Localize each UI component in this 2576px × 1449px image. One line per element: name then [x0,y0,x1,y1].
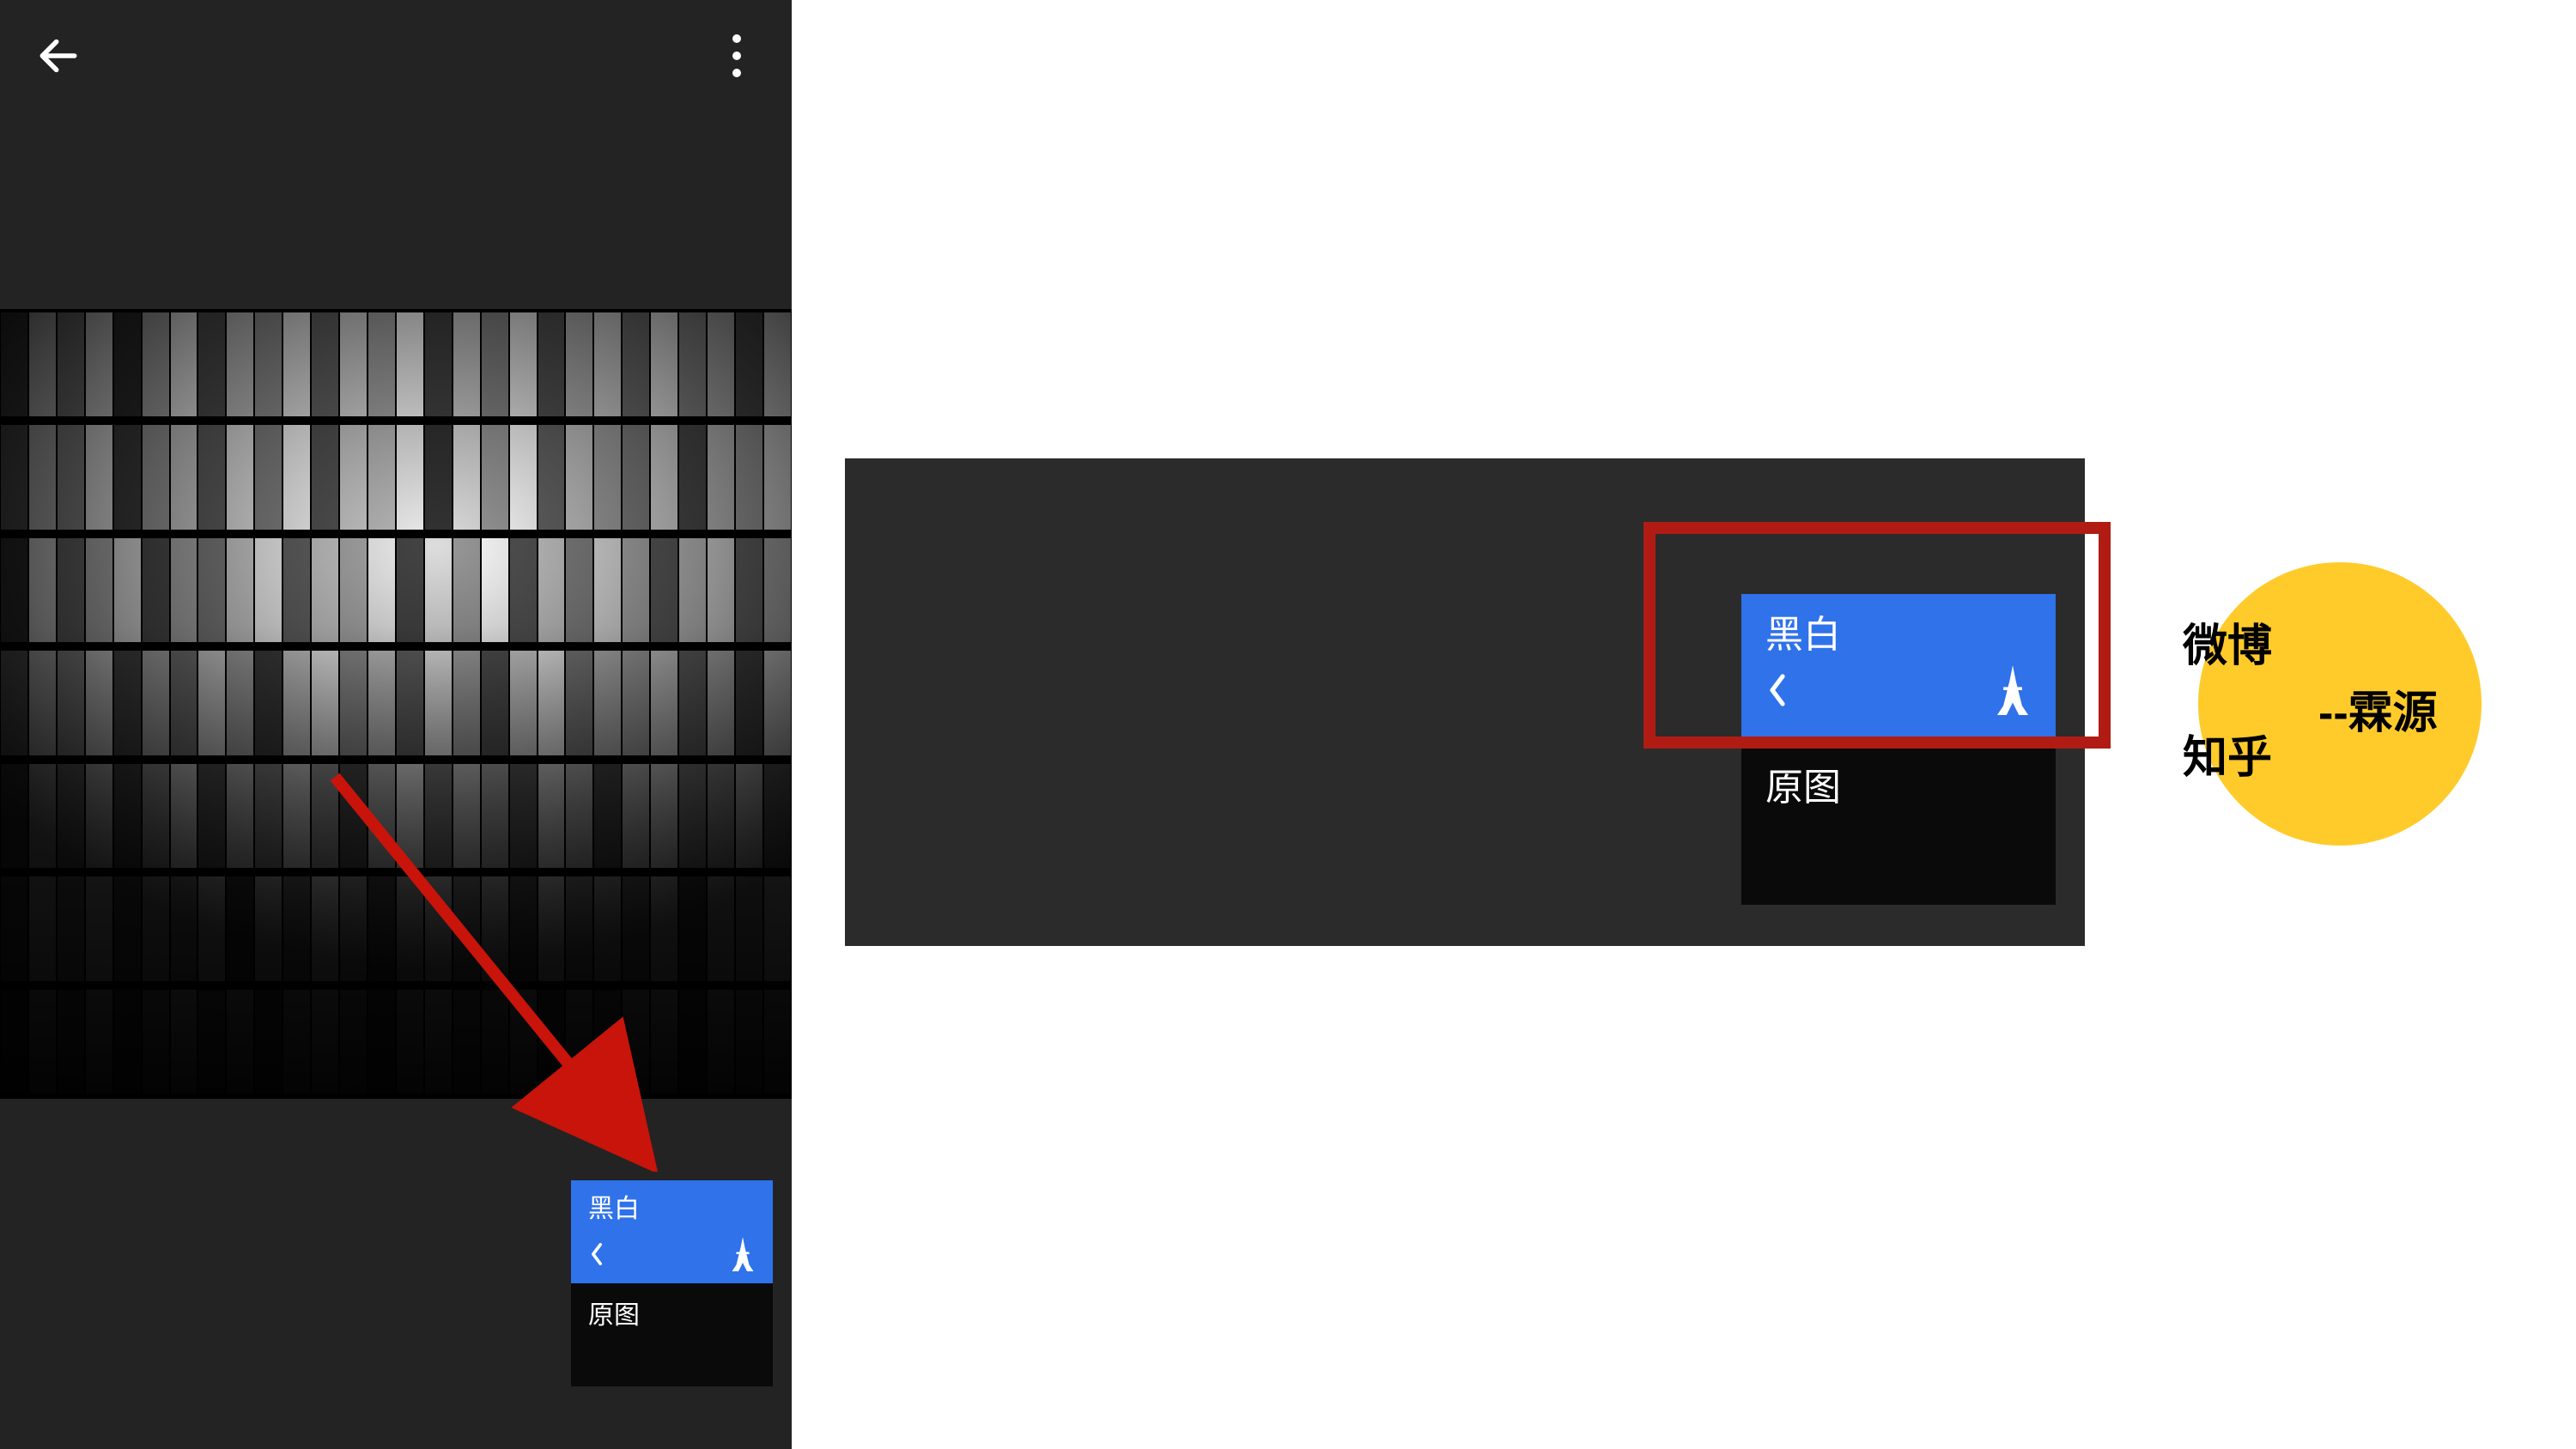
zoom-filter-tiles: 黑白 原图 [1741,594,2056,905]
eiffel-tower-icon [1994,665,2032,726]
more-options-icon[interactable] [720,30,754,82]
filter-tile-label: 黑白 [1765,613,2032,658]
bookshelf-image [0,309,792,1099]
zoom-filter-tile-black-white[interactable]: 黑白 [1741,594,2056,742]
author-badge-tags: 微博 知乎 [2183,618,2272,840]
filter-tile-label: 黑白 [588,1194,756,1225]
eiffel-tower-icon [730,1237,756,1271]
zoom-filter-tile-original[interactable]: 原图 [1741,742,2056,905]
badge-tag-zhihu: 知乎 [2183,730,2272,788]
filter-tile-black-white[interactable]: 黑白 [571,1180,773,1283]
filter-tiles: 黑白 原图 [571,1180,773,1386]
filter-tile-label: 原图 [588,1300,640,1331]
author-badge-name: --霖源 [2318,676,2438,741]
chevron-left-icon [1765,673,1789,718]
filter-tile-original[interactable]: 原图 [571,1283,773,1386]
filter-tile-label: 原图 [1765,766,1841,811]
phone-editor-screen: 黑白 原图 [0,0,792,1449]
zoom-callout-panel: 黑白 原图 [845,458,2085,946]
phone-topbar [0,0,792,112]
back-arrow-icon[interactable] [34,32,82,80]
badge-tag-weibo: 微博 [2183,618,2272,676]
chevron-left-icon [588,1242,605,1266]
photo-preview[interactable] [0,309,792,1099]
